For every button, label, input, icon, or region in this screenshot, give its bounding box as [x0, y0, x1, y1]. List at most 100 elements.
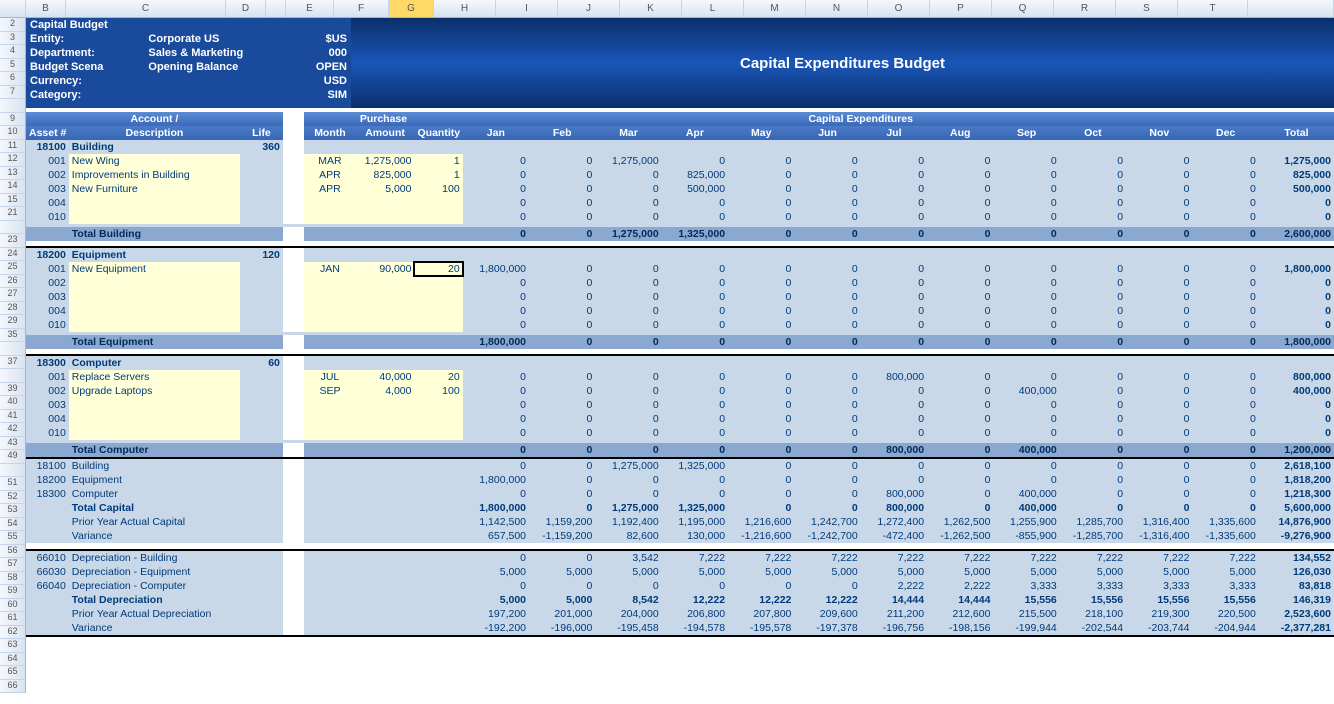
cell[interactable]: 0 — [927, 473, 993, 487]
cell[interactable]: 0 — [662, 335, 728, 349]
cell[interactable] — [240, 459, 283, 473]
cell[interactable]: 0 — [927, 384, 993, 398]
cell[interactable]: Equipment — [69, 473, 240, 487]
cell[interactable]: 1,255,900 — [993, 515, 1059, 529]
cell[interactable] — [993, 140, 1059, 154]
cell[interactable]: 220,500 — [1192, 607, 1258, 621]
cell[interactable]: 0 — [927, 154, 993, 168]
cell[interactable] — [1259, 140, 1334, 154]
cell[interactable] — [1060, 140, 1126, 154]
cell[interactable]: 0 — [1192, 412, 1258, 426]
cell[interactable]: 0 — [1259, 210, 1334, 224]
cell[interactable] — [356, 210, 415, 224]
cell[interactable]: 0 — [1060, 210, 1126, 224]
cell[interactable]: 7,222 — [1126, 551, 1192, 565]
cell[interactable]: 2,618,100 — [1259, 459, 1334, 473]
cell[interactable]: Description — [69, 126, 240, 140]
cell[interactable]: 0 — [463, 459, 529, 473]
cell[interactable]: 0 — [993, 426, 1059, 440]
cell[interactable]: 004 — [26, 196, 69, 210]
col-header-G[interactable]: G — [389, 0, 434, 17]
cell[interactable] — [240, 335, 283, 349]
cell[interactable]: Apr — [662, 126, 728, 140]
cell[interactable]: 0 — [728, 276, 794, 290]
cell[interactable] — [794, 356, 860, 370]
cell[interactable]: 5,000 — [861, 565, 927, 579]
cell[interactable]: 0 — [1192, 154, 1258, 168]
cell[interactable]: 0 — [662, 473, 728, 487]
cell[interactable]: 15,556 — [1060, 593, 1126, 607]
cell[interactable]: 0 — [529, 335, 595, 349]
cell[interactable]: 002 — [26, 168, 69, 182]
cell[interactable]: 0 — [1192, 370, 1258, 384]
cell[interactable]: Jul — [861, 126, 927, 140]
cell[interactable] — [283, 384, 304, 398]
cell[interactable]: 010 — [26, 210, 69, 224]
cell[interactable]: 0 — [463, 318, 529, 332]
cell[interactable]: 0 — [794, 168, 860, 182]
cell[interactable]: 800,000 — [861, 487, 927, 501]
cell[interactable] — [283, 412, 304, 426]
cell[interactable] — [240, 318, 283, 332]
row-header[interactable]: 35 — [0, 329, 25, 343]
cell[interactable]: 002 — [26, 276, 69, 290]
cell[interactable]: 0 — [529, 196, 595, 210]
cell[interactable]: 0 — [1126, 412, 1192, 426]
cell[interactable]: 0 — [794, 335, 860, 349]
col-header-P[interactable]: P — [930, 0, 992, 17]
col-header-D[interactable]: D — [226, 0, 266, 17]
cell[interactable]: 0 — [728, 182, 794, 196]
cell[interactable]: 825,000 — [1259, 168, 1334, 182]
cell[interactable]: -197,378 — [794, 621, 860, 635]
cell[interactable]: 0 — [794, 318, 860, 332]
cell[interactable] — [529, 356, 595, 370]
cell[interactable]: 0 — [728, 412, 794, 426]
cell[interactable]: 0 — [595, 276, 661, 290]
cell[interactable]: 0 — [728, 290, 794, 304]
cell[interactable]: Building — [69, 140, 240, 154]
row-header[interactable]: 5 — [0, 59, 25, 73]
cell[interactable] — [1192, 356, 1258, 370]
cell[interactable]: 18100 — [26, 140, 69, 154]
cell[interactable]: Total Depreciation — [69, 593, 240, 607]
cell[interactable]: Feb — [529, 126, 595, 140]
cell[interactable]: 18200 — [26, 473, 69, 487]
cell[interactable]: 0 — [1126, 304, 1192, 318]
cell[interactable]: 001 — [26, 154, 69, 168]
cell[interactable] — [240, 551, 283, 565]
cell[interactable]: -1,335,600 — [1192, 529, 1258, 543]
cell[interactable]: 3,333 — [1126, 579, 1192, 593]
row-header[interactable]: 27 — [0, 288, 25, 302]
cell[interactable]: 400,000 — [1259, 384, 1334, 398]
row-header[interactable]: 43 — [0, 437, 25, 451]
cell[interactable]: 18100 — [26, 459, 69, 473]
row-header[interactable]: 61 — [0, 612, 25, 626]
cell[interactable] — [414, 290, 462, 304]
cell[interactable]: Equipment — [69, 248, 240, 262]
cell[interactable]: 1,142,500 — [463, 515, 529, 529]
col-header-H[interactable]: H — [434, 0, 496, 17]
cell[interactable] — [927, 356, 993, 370]
cell[interactable] — [927, 140, 993, 154]
row-header[interactable]: 49 — [0, 450, 25, 464]
cell[interactable]: 5,000 — [1192, 565, 1258, 579]
cell[interactable]: New Wing — [69, 154, 240, 168]
cell[interactable]: 0 — [463, 182, 529, 196]
cell[interactable] — [304, 304, 355, 318]
cell[interactable]: 0 — [728, 304, 794, 318]
cell[interactable]: 215,500 — [993, 607, 1059, 621]
cell[interactable]: Asset # — [26, 126, 69, 140]
cell[interactable]: 14,444 — [927, 593, 993, 607]
cell[interactable]: 0 — [662, 487, 728, 501]
cell[interactable]: 0 — [662, 154, 728, 168]
cell[interactable]: 0 — [1126, 318, 1192, 332]
cell[interactable] — [69, 304, 240, 318]
row-header[interactable]: 56 — [0, 545, 25, 559]
cell[interactable] — [240, 473, 283, 487]
cell[interactable] — [993, 356, 1059, 370]
cell[interactable]: 14,876,900 — [1259, 515, 1334, 529]
cell[interactable]: 0 — [1192, 304, 1258, 318]
cell[interactable]: -192,200 — [463, 621, 529, 635]
row-header[interactable]: 54 — [0, 518, 25, 532]
cell[interactable]: Jun — [794, 126, 860, 140]
